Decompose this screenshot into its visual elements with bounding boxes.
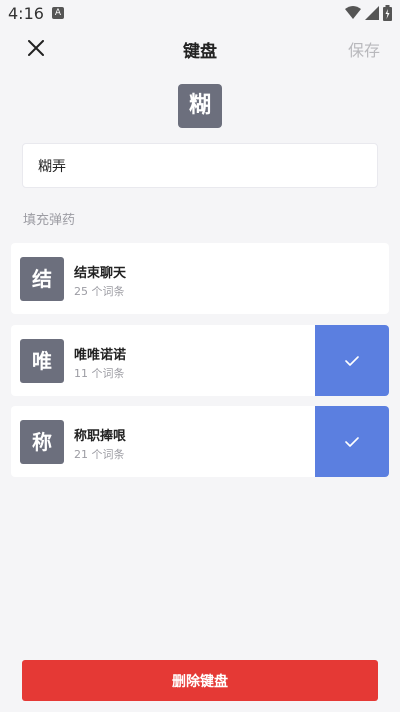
page-title: 键盘: [183, 42, 217, 62]
list-item-chengzhi-penggen[interactable]: 称 称职捧哏 21 个词条: [11, 406, 389, 477]
item-title: 唯唯诺诺: [74, 348, 127, 363]
item-count: 11 个词条: [74, 367, 125, 380]
item-char-tile: 唯: [20, 339, 64, 383]
save-button[interactable]: 保存: [348, 37, 380, 61]
notification-icon: A: [52, 7, 64, 19]
delete-keyboard-button[interactable]: 删除键盘: [22, 660, 378, 701]
item-title: 结束聊天: [74, 266, 127, 281]
status-time: 4:16: [8, 4, 44, 23]
item-title: 称职捧哏: [74, 429, 127, 444]
check-icon: [345, 355, 359, 366]
item-char-tile: 称: [20, 420, 64, 464]
keyboard-char-tile[interactable]: 糊: [178, 84, 222, 128]
item-count: 25 个词条: [74, 285, 125, 298]
top-bar: 键盘 保存: [0, 28, 400, 68]
item-count: 21 个词条: [74, 448, 125, 461]
item-char-tile: 结: [20, 257, 64, 301]
item-selected-toggle[interactable]: [315, 325, 389, 396]
list-item-weiwei-nuonuo[interactable]: 唯 唯唯诺诺 11 个词条: [11, 325, 389, 396]
keyboard-name-input[interactable]: [22, 143, 378, 188]
check-icon: [345, 436, 359, 447]
signal-icon: [365, 6, 379, 20]
status-bar: 4:16 A: [0, 0, 400, 28]
list-item-end-chat[interactable]: 结 结束聊天 25 个词条: [11, 243, 389, 314]
status-icons: [345, 5, 392, 21]
section-label: 填充弹药: [23, 213, 76, 228]
item-selected-toggle[interactable]: [315, 406, 389, 477]
battery-icon: [383, 5, 392, 21]
wifi-icon: [345, 6, 361, 19]
